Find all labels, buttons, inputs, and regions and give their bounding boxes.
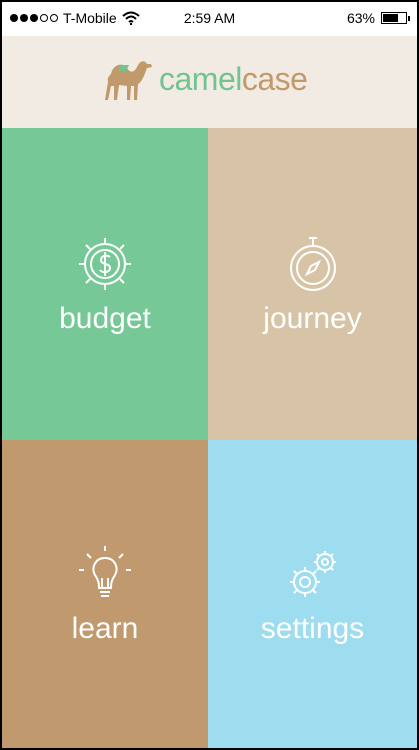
camel-logo-icon — [105, 61, 152, 100]
stopwatch-compass-icon — [289, 237, 336, 291]
settings-label: settings — [260, 612, 365, 645]
phone-screen: T-Mobile 2:59 AM 63% camelcase budget jo… — [2, 2, 417, 748]
budget-tile[interactable]: budget — [2, 128, 208, 440]
battery-status: 63% — [346, 10, 410, 26]
gears-icon — [289, 551, 336, 597]
app-logo: camelcase — [97, 54, 308, 104]
learn-tile[interactable]: learn — [2, 440, 208, 748]
status-bar: T-Mobile 2:59 AM 63% — [2, 2, 417, 36]
journey-label: journey — [263, 302, 362, 335]
learn-label: learn — [71, 612, 139, 645]
logo-wordmark: camelcase — [159, 60, 308, 98]
budget-label: budget — [59, 302, 151, 335]
battery-icon — [381, 12, 410, 24]
dollar-gear-icon — [79, 238, 131, 290]
battery-percent: 63% — [346, 10, 375, 26]
app-header: camelcase — [2, 36, 417, 128]
journey-tile[interactable]: journey — [208, 128, 417, 440]
logo-text-case: case — [241, 60, 308, 97]
lightbulb-icon — [79, 546, 131, 597]
logo-text-camel: camel — [159, 60, 242, 97]
settings-tile[interactable]: settings — [208, 440, 417, 748]
